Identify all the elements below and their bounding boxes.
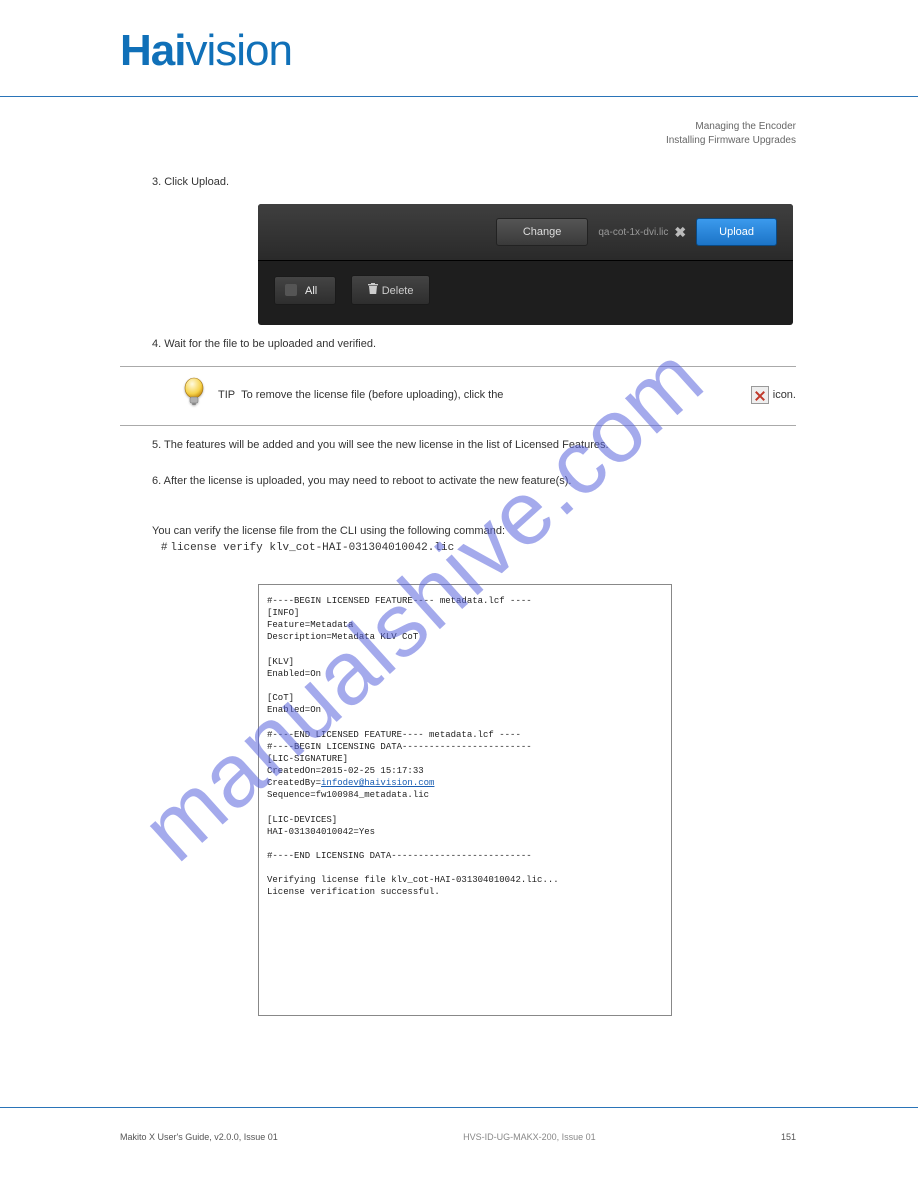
footer-page: 151 bbox=[781, 1132, 796, 1142]
upload-panel: Change qa-cot-1x-dvi.lic ✖ Upload All De… bbox=[258, 204, 793, 325]
filename-text: qa-cot-1x-dvi.lic bbox=[598, 227, 668, 238]
license-output: #----BEGIN LICENSED FEATURE---- metadata… bbox=[258, 584, 672, 1016]
all-label: All bbox=[305, 285, 317, 297]
license-text-2: Sequence=fw100984_metadata.lic [LIC-DEVI… bbox=[267, 790, 559, 897]
breadcrumb-2: Installing Firmware Upgrades bbox=[666, 134, 796, 148]
logo: Haivision bbox=[120, 26, 292, 76]
logo-bold: Hai bbox=[120, 26, 185, 75]
selected-filename: qa-cot-1x-dvi.lic ✖ bbox=[598, 224, 686, 241]
footer-mid: HVS-ID-UG-MAKX-200, Issue 01 bbox=[463, 1132, 596, 1142]
header-divider bbox=[0, 96, 918, 97]
cli-instruction: You can verify the license file from the… bbox=[152, 524, 792, 557]
tip-rule-bottom bbox=[120, 425, 796, 426]
change-button[interactable]: Change bbox=[496, 218, 589, 246]
footer: Makito X User's Guide, v2.0.0, Issue 01 … bbox=[120, 1132, 796, 1142]
delete-label: Delete bbox=[382, 285, 414, 297]
footer-left: Makito X User's Guide, v2.0.0, Issue 01 bbox=[120, 1132, 278, 1142]
step-3: 3. Click Upload. bbox=[152, 176, 229, 188]
panel-toolbar: Change qa-cot-1x-dvi.lic ✖ Upload bbox=[258, 204, 793, 261]
cli-command: license verify klv_cot-HAI-031304010042.… bbox=[170, 542, 454, 554]
license-text-1: #----BEGIN LICENSED FEATURE---- metadata… bbox=[267, 596, 532, 788]
tip-block: TIP To remove the license file (before u… bbox=[120, 366, 796, 426]
step-4: 4. Wait for the file to be uploaded and … bbox=[152, 338, 376, 350]
footer-divider bbox=[0, 1107, 918, 1108]
license-email-link[interactable]: infodev@haivision.com bbox=[321, 778, 434, 788]
cli-lead: You can verify the license file from the… bbox=[152, 525, 505, 537]
tip-text: To remove the license file (before uploa… bbox=[235, 389, 751, 401]
tip-label: TIP bbox=[218, 389, 235, 401]
breadcrumb-1: Managing the Encoder bbox=[666, 120, 796, 134]
logo-light: vision bbox=[185, 26, 292, 75]
close-icon bbox=[751, 386, 769, 404]
step-6: 6. After the license is uploaded, you ma… bbox=[152, 474, 792, 490]
clear-file-icon[interactable]: ✖ bbox=[674, 224, 686, 241]
lightbulb-icon bbox=[180, 377, 208, 413]
tip-text-2: icon. bbox=[769, 389, 796, 401]
checkbox-icon bbox=[285, 284, 297, 296]
step-5: 5. The features will be added and you wi… bbox=[152, 438, 792, 454]
panel-actions: All Delete bbox=[258, 261, 793, 325]
upload-button[interactable]: Upload bbox=[696, 218, 777, 246]
delete-button[interactable]: Delete bbox=[351, 275, 431, 305]
trash-icon bbox=[368, 283, 378, 297]
breadcrumb: Managing the Encoder Installing Firmware… bbox=[666, 120, 796, 148]
select-all-button[interactable]: All bbox=[274, 276, 336, 305]
